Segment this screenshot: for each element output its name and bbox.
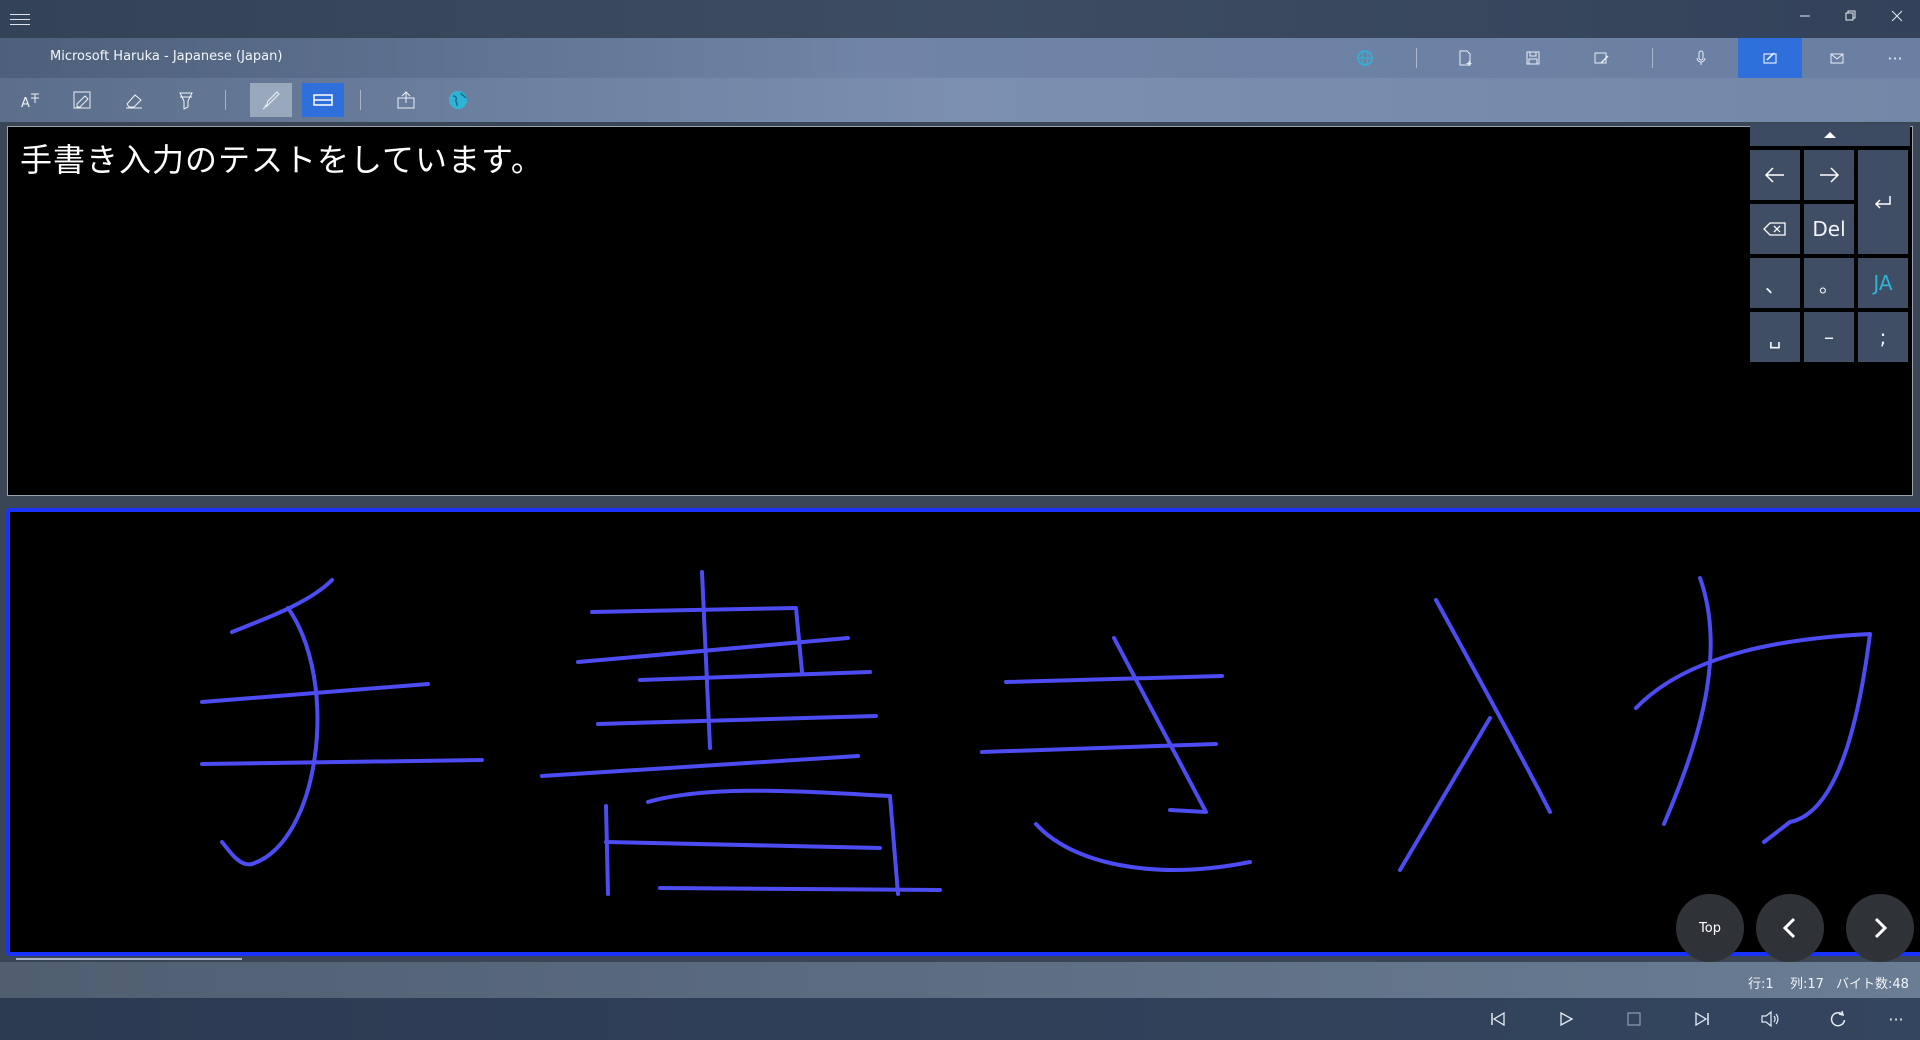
language-key[interactable]: JA xyxy=(1858,258,1908,308)
previous-button[interactable] xyxy=(1756,894,1824,962)
save-icon xyxy=(1526,51,1540,65)
stop-icon xyxy=(1627,1012,1641,1026)
chevron-right-icon xyxy=(1874,917,1888,939)
right-arrow-key[interactable] xyxy=(1804,150,1854,200)
guideline-icon xyxy=(313,94,333,106)
separator xyxy=(1652,48,1653,68)
font-icon: A xyxy=(21,93,39,111)
space-key[interactable]: ␣ xyxy=(1750,312,1800,362)
left-arrow-key[interactable] xyxy=(1750,150,1800,200)
canvas-scroll-indicator xyxy=(16,958,242,960)
title-bar xyxy=(0,0,1920,38)
comma-key[interactable]: 、 xyxy=(1750,258,1800,308)
chevron-left-icon xyxy=(1782,917,1796,939)
svg-text:A: A xyxy=(21,96,30,111)
app-bar: Microsoft Haruka - Japanese (Japan) ··· xyxy=(0,38,1920,78)
clear-canvas-icon xyxy=(73,91,91,109)
byte-count: バイト数:48 xyxy=(1836,977,1909,992)
editor-text: 手書き入力のテストをしています。 xyxy=(20,141,544,179)
mail-icon xyxy=(1830,53,1844,64)
pen-icon xyxy=(262,91,280,110)
status-bar: 行:1 列:17 バイト数:48 xyxy=(0,962,1920,998)
stop-button[interactable] xyxy=(1614,1002,1654,1036)
handwriting-icon xyxy=(1763,52,1777,64)
collapse-keypad-button[interactable] xyxy=(1750,124,1910,146)
enter-key[interactable] xyxy=(1858,150,1908,254)
volume-button[interactable] xyxy=(1750,1002,1790,1036)
eraser-button[interactable] xyxy=(114,83,154,117)
repeat-icon xyxy=(1830,1010,1846,1027)
minimize-icon xyxy=(1800,15,1810,17)
pen-button[interactable] xyxy=(250,83,292,117)
next-button[interactable] xyxy=(1846,894,1914,962)
share-icon xyxy=(397,91,415,109)
microphone-button[interactable] xyxy=(1672,38,1730,78)
share-button[interactable] xyxy=(386,83,426,117)
web-search-button[interactable] xyxy=(438,83,478,117)
playback-bar: ··· xyxy=(0,998,1920,1040)
handwriting-canvas[interactable]: Top xyxy=(6,508,1920,962)
play-icon xyxy=(1560,1012,1573,1026)
line-indicator: 行:1 xyxy=(1748,977,1774,992)
close-icon xyxy=(1891,10,1903,22)
globe-icon xyxy=(1357,50,1373,66)
backspace-key[interactable] xyxy=(1750,204,1800,254)
separator xyxy=(1416,48,1417,68)
chevron-up-icon xyxy=(1824,132,1836,138)
new-file-icon xyxy=(1459,50,1472,66)
eraser-icon xyxy=(126,94,142,109)
restore-icon xyxy=(1845,10,1856,21)
skip-back-button[interactable] xyxy=(1478,1002,1518,1036)
top-button[interactable]: Top xyxy=(1676,894,1744,962)
mail-button[interactable] xyxy=(1808,38,1866,78)
save-button[interactable] xyxy=(1504,38,1562,78)
hamburger-menu-icon[interactable] xyxy=(8,10,32,30)
semicolon-key[interactable]: ; xyxy=(1858,312,1908,362)
skip-forward-icon xyxy=(1695,1012,1709,1026)
text-editor[interactable]: 手書き入力のテストをしています。 xyxy=(7,126,1913,496)
highlighter-button[interactable] xyxy=(166,83,206,117)
guideline-button[interactable] xyxy=(302,83,344,117)
player-more-button[interactable]: ··· xyxy=(1876,1002,1916,1036)
period-key[interactable]: 。 xyxy=(1804,258,1854,308)
repeat-button[interactable] xyxy=(1818,1002,1858,1036)
earth-icon xyxy=(449,91,467,109)
language-globe-button[interactable] xyxy=(1336,38,1394,78)
save-as-icon xyxy=(1594,52,1609,64)
handwriting-button[interactable] xyxy=(1738,38,1802,78)
delete-key[interactable]: Del xyxy=(1804,204,1854,254)
backspace-icon xyxy=(1763,222,1786,236)
keypad: Del 、 。 JA ␣ – ; xyxy=(1750,124,1910,364)
highlighter-icon xyxy=(179,92,193,110)
skip-forward-button[interactable] xyxy=(1682,1002,1722,1036)
arrow-right-icon xyxy=(1820,167,1840,183)
ink-strokes xyxy=(200,570,1872,896)
close-button[interactable] xyxy=(1874,0,1920,32)
separator xyxy=(360,90,361,110)
font-size-button[interactable]: A xyxy=(10,83,50,117)
arrow-left-icon xyxy=(1764,167,1784,183)
microphone-icon xyxy=(1696,50,1706,65)
more-button[interactable]: ··· xyxy=(1866,38,1920,78)
restore-button[interactable] xyxy=(1828,0,1874,32)
separator xyxy=(225,90,226,110)
volume-icon xyxy=(1761,1011,1779,1027)
play-button[interactable] xyxy=(1546,1002,1586,1036)
tool-bar: A xyxy=(0,78,1920,122)
dash-key[interactable]: – xyxy=(1804,312,1854,362)
skip-back-icon xyxy=(1491,1012,1505,1026)
minimize-button[interactable] xyxy=(1782,0,1828,32)
new-file-button[interactable] xyxy=(1436,38,1494,78)
enter-icon xyxy=(1874,196,1891,209)
save-as-button[interactable] xyxy=(1572,38,1630,78)
app-title: Microsoft Haruka - Japanese (Japan) xyxy=(50,49,283,64)
clear-canvas-button[interactable] xyxy=(62,83,102,117)
column-indicator: 列:17 xyxy=(1790,977,1824,992)
